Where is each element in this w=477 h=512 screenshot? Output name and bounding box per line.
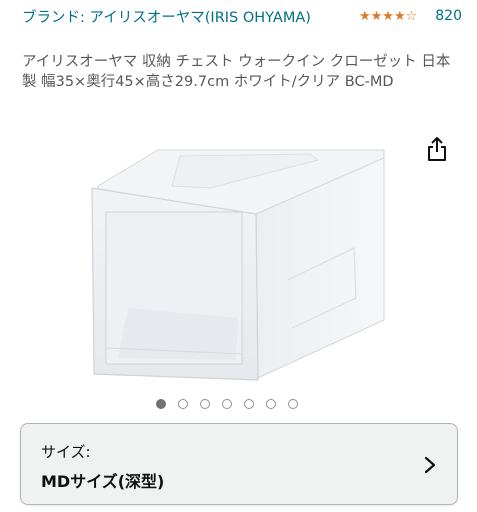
review-count[interactable]: 820 bbox=[435, 8, 462, 24]
carousel-dot[interactable] bbox=[288, 399, 298, 409]
share-button[interactable] bbox=[425, 136, 449, 162]
size-selector[interactable]: サイズ: MDサイズ(深型) bbox=[20, 423, 458, 505]
share-icon bbox=[428, 137, 446, 161]
brand-row: ブランド: アイリスオーヤマ(IRIS OHYAMA) ★★★★☆ 820 bbox=[22, 8, 462, 28]
carousel-dot[interactable] bbox=[266, 399, 276, 409]
carousel-dot[interactable] bbox=[244, 399, 254, 409]
carousel-dot[interactable] bbox=[178, 399, 188, 409]
carousel-dots bbox=[156, 399, 298, 409]
size-label: サイズ: bbox=[41, 443, 91, 461]
carousel-dot[interactable] bbox=[156, 399, 166, 409]
product-title: アイリスオーヤマ 収納 チェスト ウォークイン クローゼット 日本製 幅35×奥… bbox=[22, 54, 451, 90]
brand-link[interactable]: ブランド: アイリスオーヤマ(IRIS OHYAMA) bbox=[22, 8, 322, 28]
size-value: MDサイズ(深型) bbox=[41, 472, 165, 491]
chevron-right-icon bbox=[424, 456, 436, 474]
product-image[interactable] bbox=[88, 148, 388, 384]
rating[interactable]: ★★★★☆ 820 bbox=[359, 8, 462, 24]
storage-drawer-image bbox=[91, 149, 385, 381]
carousel-dot[interactable] bbox=[200, 399, 210, 409]
carousel-dot[interactable] bbox=[222, 399, 232, 409]
star-rating-icon: ★★★★☆ bbox=[358, 8, 418, 24]
